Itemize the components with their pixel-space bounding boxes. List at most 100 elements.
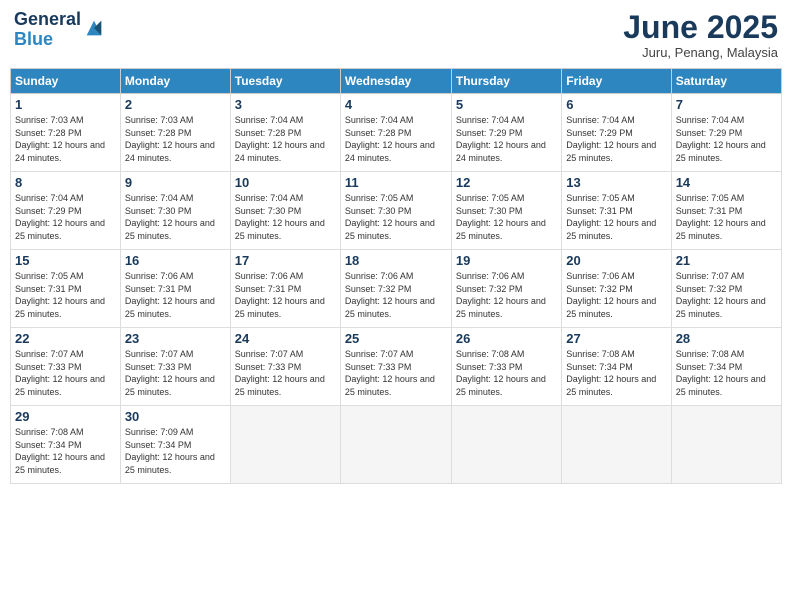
table-row: 28 Sunrise: 7:08 AMSunset: 7:34 PMDaylig… — [671, 328, 781, 406]
table-row: 7 Sunrise: 7:04 AMSunset: 7:29 PMDayligh… — [671, 94, 781, 172]
table-row: 16 Sunrise: 7:06 AMSunset: 7:31 PMDaylig… — [120, 250, 230, 328]
table-row: 10 Sunrise: 7:04 AMSunset: 7:30 PMDaylig… — [230, 172, 340, 250]
table-row — [451, 406, 561, 484]
col-monday: Monday — [120, 69, 230, 94]
col-thursday: Thursday — [451, 69, 561, 94]
table-row: 3 Sunrise: 7:04 AMSunset: 7:28 PMDayligh… — [230, 94, 340, 172]
logo-blue: Blue — [14, 29, 53, 49]
day-info: Sunrise: 7:09 AMSunset: 7:34 PMDaylight:… — [125, 427, 215, 475]
table-row: 15 Sunrise: 7:05 AMSunset: 7:31 PMDaylig… — [11, 250, 121, 328]
day-info: Sunrise: 7:07 AMSunset: 7:32 PMDaylight:… — [676, 271, 766, 319]
col-friday: Friday — [562, 69, 671, 94]
day-number: 5 — [456, 97, 557, 112]
table-row: 2 Sunrise: 7:03 AMSunset: 7:28 PMDayligh… — [120, 94, 230, 172]
calendar-week-4: 22 Sunrise: 7:07 AMSunset: 7:33 PMDaylig… — [11, 328, 782, 406]
table-row: 18 Sunrise: 7:06 AMSunset: 7:32 PMDaylig… — [340, 250, 451, 328]
table-row: 25 Sunrise: 7:07 AMSunset: 7:33 PMDaylig… — [340, 328, 451, 406]
day-number: 7 — [676, 97, 777, 112]
logo-general: General — [14, 9, 81, 29]
table-row: 29 Sunrise: 7:08 AMSunset: 7:34 PMDaylig… — [11, 406, 121, 484]
day-info: Sunrise: 7:06 AMSunset: 7:31 PMDaylight:… — [125, 271, 215, 319]
day-number: 26 — [456, 331, 557, 346]
logo-text: General Blue — [14, 10, 81, 50]
table-row: 9 Sunrise: 7:04 AMSunset: 7:30 PMDayligh… — [120, 172, 230, 250]
day-number: 25 — [345, 331, 447, 346]
day-info: Sunrise: 7:04 AMSunset: 7:29 PMDaylight:… — [566, 115, 656, 163]
table-row: 24 Sunrise: 7:07 AMSunset: 7:33 PMDaylig… — [230, 328, 340, 406]
day-info: Sunrise: 7:04 AMSunset: 7:29 PMDaylight:… — [676, 115, 766, 163]
day-number: 22 — [15, 331, 116, 346]
table-row: 12 Sunrise: 7:05 AMSunset: 7:30 PMDaylig… — [451, 172, 561, 250]
table-row: 5 Sunrise: 7:04 AMSunset: 7:29 PMDayligh… — [451, 94, 561, 172]
day-number: 17 — [235, 253, 336, 268]
day-info: Sunrise: 7:04 AMSunset: 7:30 PMDaylight:… — [125, 193, 215, 241]
day-info: Sunrise: 7:06 AMSunset: 7:32 PMDaylight:… — [456, 271, 546, 319]
day-info: Sunrise: 7:05 AMSunset: 7:30 PMDaylight:… — [345, 193, 435, 241]
day-number: 30 — [125, 409, 226, 424]
table-row: 13 Sunrise: 7:05 AMSunset: 7:31 PMDaylig… — [562, 172, 671, 250]
day-number: 16 — [125, 253, 226, 268]
logo-icon — [83, 17, 105, 39]
day-number: 4 — [345, 97, 447, 112]
logo: General Blue — [14, 10, 105, 50]
day-info: Sunrise: 7:04 AMSunset: 7:28 PMDaylight:… — [235, 115, 325, 163]
day-number: 10 — [235, 175, 336, 190]
day-info: Sunrise: 7:07 AMSunset: 7:33 PMDaylight:… — [15, 349, 105, 397]
day-number: 24 — [235, 331, 336, 346]
table-row: 14 Sunrise: 7:05 AMSunset: 7:31 PMDaylig… — [671, 172, 781, 250]
day-number: 9 — [125, 175, 226, 190]
day-info: Sunrise: 7:08 AMSunset: 7:33 PMDaylight:… — [456, 349, 546, 397]
day-number: 15 — [15, 253, 116, 268]
col-tuesday: Tuesday — [230, 69, 340, 94]
day-info: Sunrise: 7:04 AMSunset: 7:30 PMDaylight:… — [235, 193, 325, 241]
table-row: 26 Sunrise: 7:08 AMSunset: 7:33 PMDaylig… — [451, 328, 561, 406]
day-info: Sunrise: 7:03 AMSunset: 7:28 PMDaylight:… — [125, 115, 215, 163]
day-number: 18 — [345, 253, 447, 268]
table-row: 17 Sunrise: 7:06 AMSunset: 7:31 PMDaylig… — [230, 250, 340, 328]
day-info: Sunrise: 7:06 AMSunset: 7:32 PMDaylight:… — [345, 271, 435, 319]
table-row: 11 Sunrise: 7:05 AMSunset: 7:30 PMDaylig… — [340, 172, 451, 250]
day-info: Sunrise: 7:05 AMSunset: 7:31 PMDaylight:… — [676, 193, 766, 241]
table-row — [562, 406, 671, 484]
day-number: 14 — [676, 175, 777, 190]
day-info: Sunrise: 7:07 AMSunset: 7:33 PMDaylight:… — [125, 349, 215, 397]
day-info: Sunrise: 7:08 AMSunset: 7:34 PMDaylight:… — [566, 349, 656, 397]
page-header: General Blue June 2025 Juru, Penang, Mal… — [10, 10, 782, 60]
day-info: Sunrise: 7:03 AMSunset: 7:28 PMDaylight:… — [15, 115, 105, 163]
location: Juru, Penang, Malaysia — [623, 45, 778, 60]
table-row — [671, 406, 781, 484]
table-row: 23 Sunrise: 7:07 AMSunset: 7:33 PMDaylig… — [120, 328, 230, 406]
day-info: Sunrise: 7:04 AMSunset: 7:29 PMDaylight:… — [15, 193, 105, 241]
calendar-week-5: 29 Sunrise: 7:08 AMSunset: 7:34 PMDaylig… — [11, 406, 782, 484]
day-number: 12 — [456, 175, 557, 190]
day-info: Sunrise: 7:07 AMSunset: 7:33 PMDaylight:… — [345, 349, 435, 397]
col-wednesday: Wednesday — [340, 69, 451, 94]
calendar-header-row: Sunday Monday Tuesday Wednesday Thursday… — [11, 69, 782, 94]
table-row: 20 Sunrise: 7:06 AMSunset: 7:32 PMDaylig… — [562, 250, 671, 328]
day-number: 8 — [15, 175, 116, 190]
day-number: 19 — [456, 253, 557, 268]
table-row: 27 Sunrise: 7:08 AMSunset: 7:34 PMDaylig… — [562, 328, 671, 406]
day-number: 2 — [125, 97, 226, 112]
col-sunday: Sunday — [11, 69, 121, 94]
table-row: 21 Sunrise: 7:07 AMSunset: 7:32 PMDaylig… — [671, 250, 781, 328]
table-row: 30 Sunrise: 7:09 AMSunset: 7:34 PMDaylig… — [120, 406, 230, 484]
day-number: 20 — [566, 253, 666, 268]
day-number: 6 — [566, 97, 666, 112]
month-title: June 2025 — [623, 10, 778, 45]
day-number: 21 — [676, 253, 777, 268]
table-row: 8 Sunrise: 7:04 AMSunset: 7:29 PMDayligh… — [11, 172, 121, 250]
col-saturday: Saturday — [671, 69, 781, 94]
day-info: Sunrise: 7:05 AMSunset: 7:31 PMDaylight:… — [15, 271, 105, 319]
table-row — [340, 406, 451, 484]
day-number: 1 — [15, 97, 116, 112]
table-row — [230, 406, 340, 484]
calendar-week-2: 8 Sunrise: 7:04 AMSunset: 7:29 PMDayligh… — [11, 172, 782, 250]
day-number: 11 — [345, 175, 447, 190]
table-row: 1 Sunrise: 7:03 AMSunset: 7:28 PMDayligh… — [11, 94, 121, 172]
calendar-week-1: 1 Sunrise: 7:03 AMSunset: 7:28 PMDayligh… — [11, 94, 782, 172]
day-number: 23 — [125, 331, 226, 346]
day-number: 28 — [676, 331, 777, 346]
title-block: June 2025 Juru, Penang, Malaysia — [623, 10, 778, 60]
table-row: 19 Sunrise: 7:06 AMSunset: 7:32 PMDaylig… — [451, 250, 561, 328]
